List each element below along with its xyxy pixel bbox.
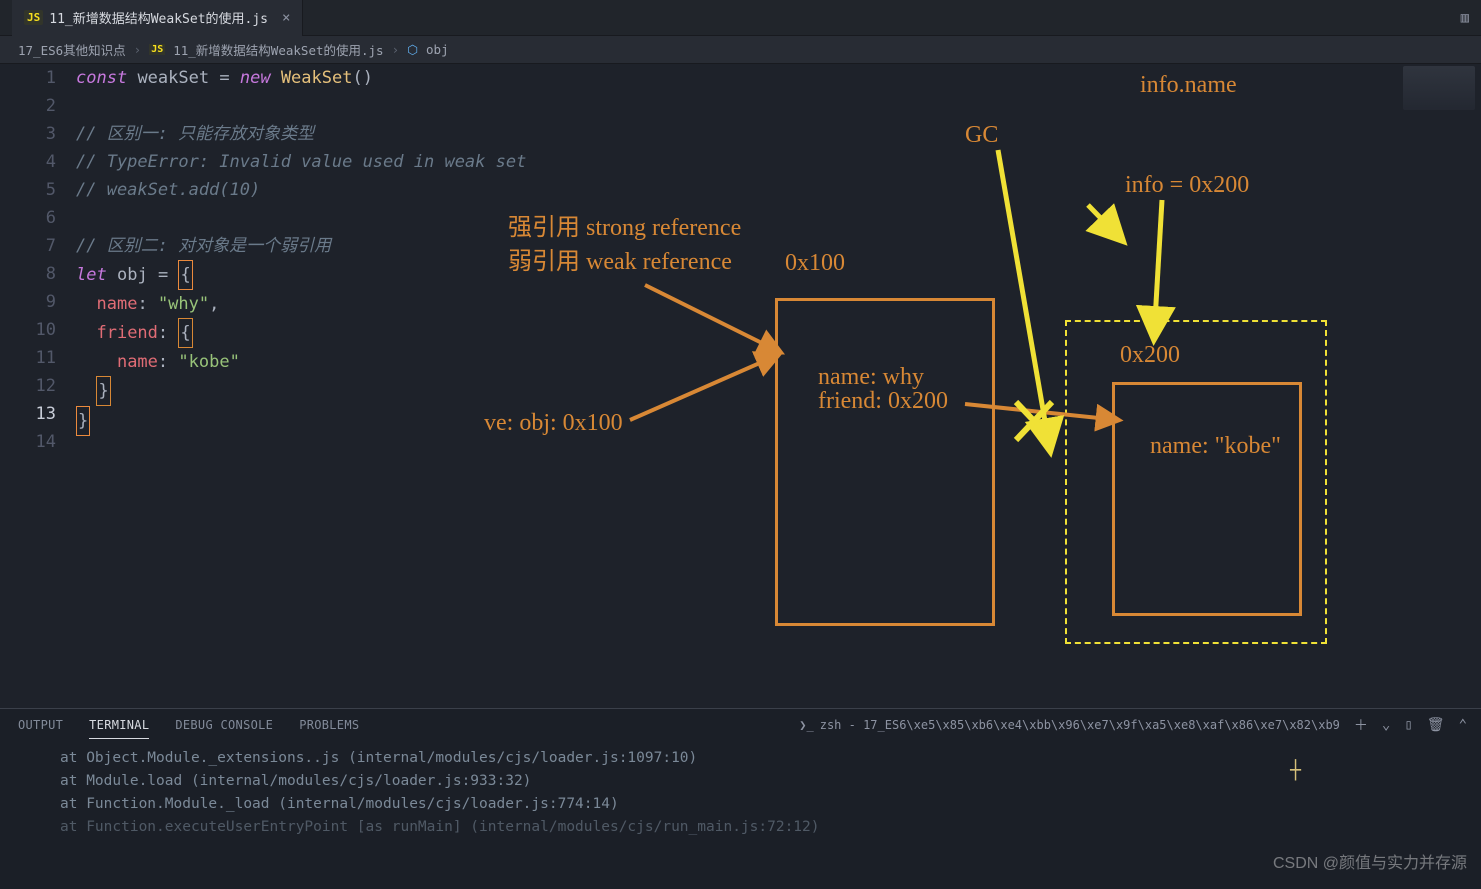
anno-addr-0x100: 0x100 xyxy=(785,250,845,277)
code-line[interactable]: // 区别二: 对对象是一个弱引用 xyxy=(76,232,1481,260)
line-number: 13 xyxy=(0,400,56,428)
terminal-line: at Module.load (internal/modules/cjs/loa… xyxy=(60,770,1463,793)
js-file-icon: JS xyxy=(149,44,165,55)
anno-ve-obj: ve: obj: 0x100 xyxy=(484,410,623,437)
anno-info-eq: info = 0x200 xyxy=(1125,172,1249,199)
js-file-icon: JS xyxy=(24,10,43,25)
chevron-down-icon[interactable]: ⌄ xyxy=(1382,717,1390,733)
code-line[interactable]: let obj = { xyxy=(76,260,1481,290)
panel-tab-terminal[interactable]: TERMINAL xyxy=(89,712,149,739)
watermark: CSDN @颜值与实力并存源 xyxy=(1273,849,1467,873)
heap-box-0x100 xyxy=(775,298,995,626)
terminal-line: at Function.Module._load (internal/modul… xyxy=(60,793,1463,816)
line-number: 5 xyxy=(0,176,56,204)
code-line[interactable]: // weakSet.add(10) xyxy=(76,176,1481,204)
tab-bar: JS 11_新增数据结构WeakSet的使用.js × ▥ xyxy=(0,0,1481,36)
code-line[interactable]: // 区别一: 只能存放对象类型 xyxy=(76,120,1481,148)
terminal-line: at Object.Module._extensions..js (intern… xyxy=(60,747,1463,770)
panel-toolbar: ❯_ zsh - 17_ES6\xe5\x85\xb6\xe4\xbb\x96\… xyxy=(799,715,1467,735)
code-line[interactable] xyxy=(76,204,1481,232)
line-number: 12 xyxy=(0,372,56,400)
file-tab[interactable]: JS 11_新增数据结构WeakSet的使用.js × xyxy=(12,0,303,36)
bottom-panel: OUTPUT TERMINAL DEBUG CONSOLE PROBLEMS ❯… xyxy=(0,708,1481,889)
terminal-shell-icon: ❯_ xyxy=(799,718,813,732)
heap-box-0x200 xyxy=(1112,382,1302,616)
breadcrumb: 17_ES6其他知识点 › JS 11_新增数据结构WeakSet的使用.js … xyxy=(0,36,1481,64)
panel-tab-output[interactable]: OUTPUT xyxy=(18,712,63,738)
line-number: 2 xyxy=(0,92,56,120)
panel-tab-problems[interactable]: PROBLEMS xyxy=(299,712,359,738)
line-number: 14 xyxy=(0,428,56,456)
terminal-line: at Function.executeUserEntryPoint [as ru… xyxy=(60,816,1463,839)
new-terminal-icon[interactable]: ＋ xyxy=(1354,715,1368,735)
code-line[interactable]: const weakSet = new WeakSet() xyxy=(76,64,1481,92)
anno-strong-reference: 强引用 strong reference xyxy=(508,207,741,242)
line-number: 6 xyxy=(0,204,56,232)
breadcrumb-folder[interactable]: 17_ES6其他知识点 xyxy=(18,40,126,59)
line-number: 10 xyxy=(0,316,56,344)
minimap[interactable] xyxy=(1403,66,1475,110)
chevron-right-icon: › xyxy=(392,42,400,57)
panel-tab-debug-console[interactable]: DEBUG CONSOLE xyxy=(175,712,273,738)
breadcrumb-symbol[interactable]: obj xyxy=(426,42,449,57)
line-number: 9 xyxy=(0,288,56,316)
kill-terminal-icon[interactable]: 🗑 xyxy=(1427,717,1445,733)
symbol-object-icon: ⬡ xyxy=(407,42,418,57)
code-line[interactable] xyxy=(76,92,1481,120)
tab-title: 11_新增数据结构WeakSet的使用.js xyxy=(49,8,268,27)
line-number: 7 xyxy=(0,232,56,260)
line-number: 3 xyxy=(0,120,56,148)
line-number-gutter: 1234567891011121314 xyxy=(0,64,76,708)
line-number: 1 xyxy=(0,64,56,92)
split-terminal-icon[interactable]: ▯ xyxy=(1404,717,1412,733)
code-line[interactable]: // TypeError: Invalid value used in weak… xyxy=(76,148,1481,176)
line-number: 4 xyxy=(0,148,56,176)
close-tab-icon[interactable]: × xyxy=(282,10,290,26)
terminal-shell-text: zsh - 17_ES6\xe5\x85\xb6\xe4\xbb\x96\xe7… xyxy=(820,718,1340,732)
line-number: 8 xyxy=(0,260,56,288)
anno-info-name: info.name xyxy=(1140,72,1237,99)
terminal-output[interactable]: at Object.Module._extensions..js (intern… xyxy=(0,741,1481,849)
anno-weak-reference: 弱引用 weak reference xyxy=(508,241,732,276)
anno-gc: GC xyxy=(965,122,998,149)
toggle-layout-icon[interactable]: ▥ xyxy=(1461,10,1469,26)
crosshair-cursor-icon: ┼ xyxy=(1290,760,1301,781)
breadcrumb-file[interactable]: 11_新增数据结构WeakSet的使用.js xyxy=(173,40,383,59)
chevron-right-icon: › xyxy=(134,42,142,57)
chevron-up-icon[interactable]: ⌃ xyxy=(1459,717,1467,733)
line-number: 11 xyxy=(0,344,56,372)
terminal-shell-label[interactable]: ❯_ zsh - 17_ES6\xe5\x85\xb6\xe4\xbb\x96\… xyxy=(799,718,1340,732)
